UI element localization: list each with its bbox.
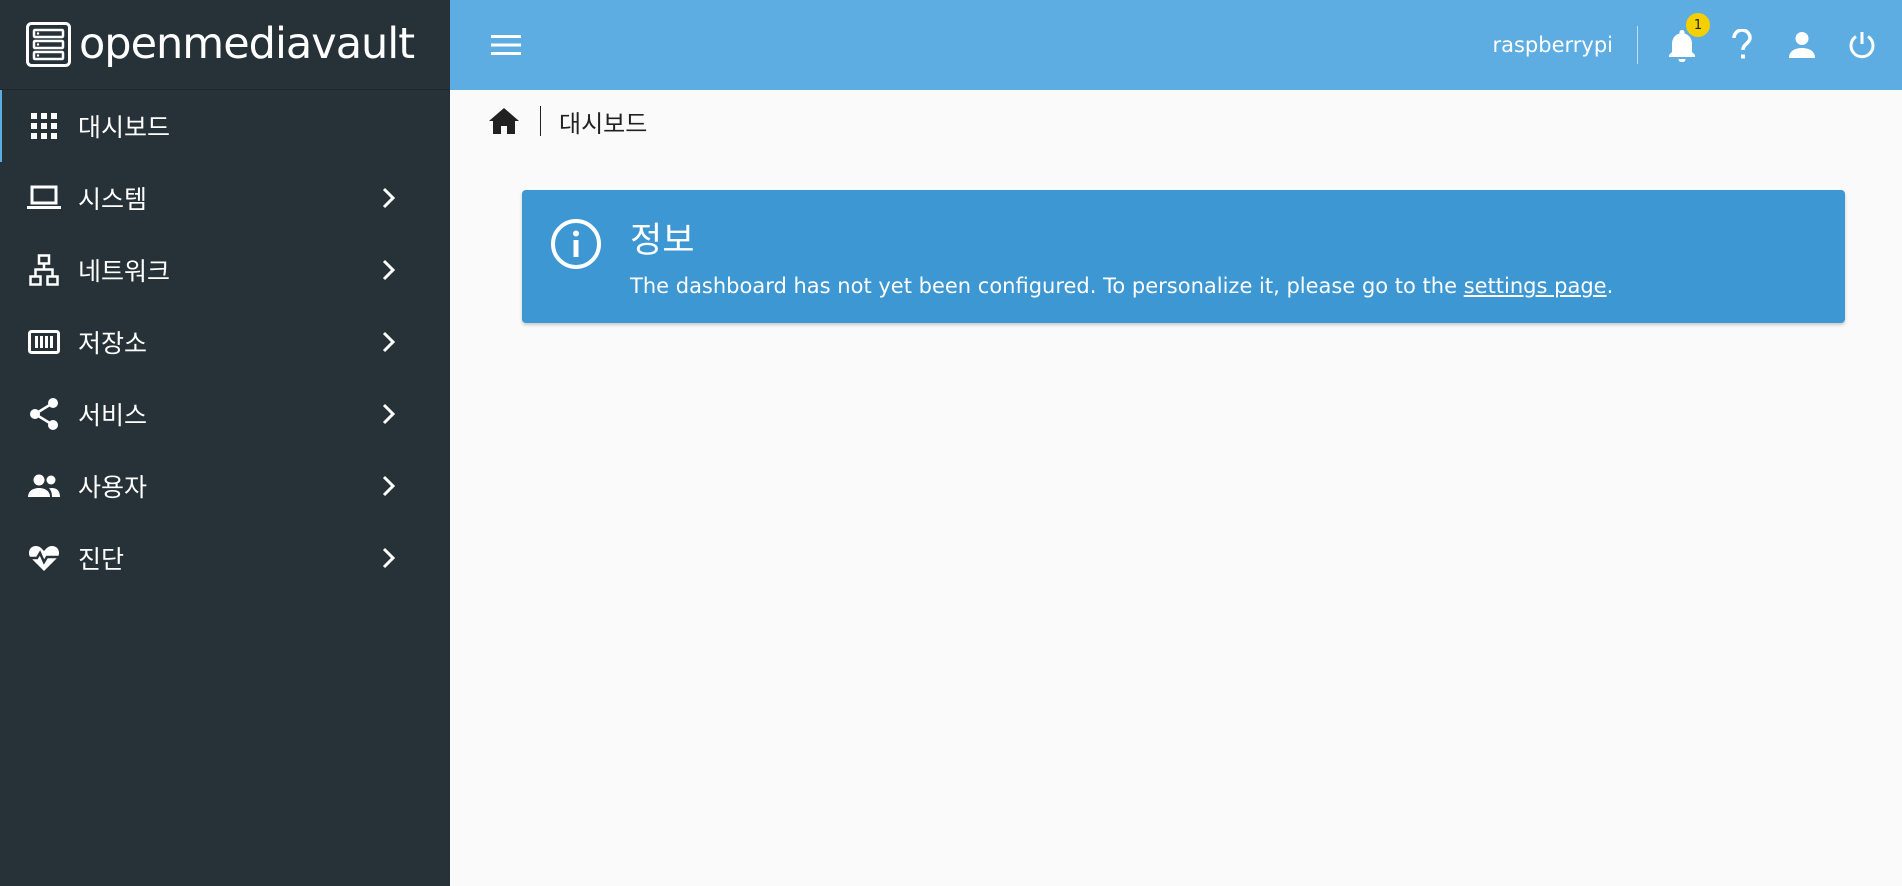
toolbar-actions: raspberrypi 1 [1492, 0, 1902, 90]
toolbar-divider [1637, 26, 1638, 64]
home-icon[interactable] [487, 104, 521, 138]
sidebar-item-services[interactable]: 서비스 [0, 378, 450, 450]
logo-text: openmediavault [79, 19, 415, 69]
alert-title: 정보 [630, 221, 695, 261]
top-toolbar: raspberrypi 1 [450, 0, 1902, 90]
sidebar-item-label: 시스템 [78, 185, 148, 214]
sidebar-item-storage[interactable]: 저장소 [0, 306, 450, 378]
breadcrumb-current: 대시보드 [559, 109, 648, 138]
alert-message-text: The dashboard has not yet been configure… [630, 274, 1464, 298]
sidebar-item-label: 사용자 [78, 473, 148, 502]
settings-page-link[interactable]: settings page [1464, 274, 1607, 298]
app-logo[interactable]: openmediavault [0, 0, 450, 90]
notification-badge: 1 [1686, 13, 1710, 37]
share-icon [27, 397, 61, 431]
laptop-icon [27, 181, 61, 215]
help-icon[interactable] [1722, 25, 1762, 65]
alert-message-end: . [1606, 274, 1614, 298]
chevron-right-icon [374, 183, 404, 213]
sidebar: openmediavault 대시보드 시스템 네트워크 저장소 서비스 사용자… [0, 0, 450, 886]
breadcrumb: 대시보드 [487, 100, 647, 142]
sidebar-nav: 대시보드 시스템 네트워크 저장소 서비스 사용자 진단 [0, 90, 450, 594]
dashboard-grid-icon [27, 109, 61, 143]
power-icon[interactable] [1842, 25, 1882, 65]
breadcrumb-separator [540, 106, 541, 136]
sidebar-item-label: 저장소 [78, 329, 148, 358]
chevron-right-icon [374, 327, 404, 357]
hostname: raspberrypi [1492, 33, 1613, 57]
sidebar-item-label: 서비스 [78, 401, 148, 430]
server-logo-icon [26, 22, 71, 67]
chevron-right-icon [374, 255, 404, 285]
chevron-right-icon [374, 543, 404, 573]
sidebar-item-label: 네트워크 [78, 257, 171, 286]
sidebar-item-dashboard[interactable]: 대시보드 [0, 90, 450, 162]
info-alert: 정보 The dashboard has not yet been config… [522, 190, 1845, 323]
bell-icon[interactable]: 1 [1662, 13, 1710, 65]
heart-pulse-icon [27, 541, 61, 575]
alert-message: The dashboard has not yet been configure… [630, 274, 1613, 298]
chevron-right-icon [374, 399, 404, 429]
menu-icon[interactable] [487, 26, 525, 64]
storage-icon [27, 325, 61, 359]
sidebar-item-system[interactable]: 시스템 [0, 162, 450, 234]
sidebar-item-label: 진단 [78, 545, 125, 574]
sidebar-item-users[interactable]: 사용자 [0, 450, 450, 522]
info-icon [551, 219, 601, 269]
sidebar-item-network[interactable]: 네트워크 [0, 234, 450, 306]
network-icon [27, 253, 61, 287]
sidebar-item-diagnostics[interactable]: 진단 [0, 522, 450, 594]
chevron-right-icon [374, 471, 404, 501]
users-icon [27, 469, 61, 503]
sidebar-item-label: 대시보드 [78, 113, 171, 142]
user-icon[interactable] [1782, 25, 1822, 65]
